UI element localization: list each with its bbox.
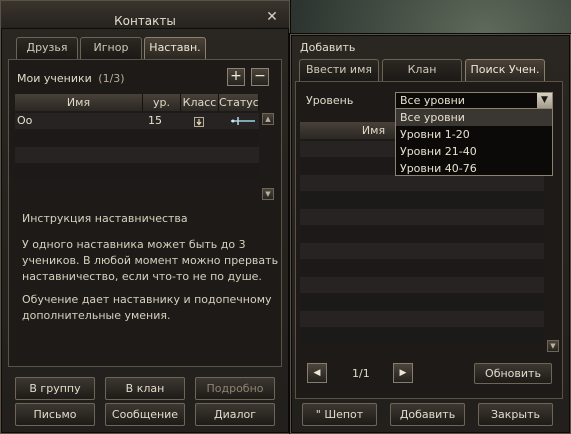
- tab-clan[interactable]: Клан: [382, 59, 462, 81]
- info-line: учеников. В любой момент можно прервать: [22, 254, 279, 267]
- level-dropdown: Все уровни Уровни 1-20 Уровни 21-40 Уров…: [395, 108, 553, 176]
- mentorship-panel: Мои ученики (1/3) + − Имя ур. Класс Стат…: [8, 59, 282, 367]
- table-row[interactable]: [300, 192, 544, 208]
- table-row[interactable]: [15, 147, 259, 163]
- close-button[interactable]: Закрыть: [478, 403, 553, 426]
- tab-friends[interactable]: Друзья: [16, 37, 78, 59]
- chevron-down-icon[interactable]: ▼: [537, 93, 552, 108]
- scroll-down-icon[interactable]: ▼: [262, 188, 274, 200]
- add-button[interactable]: Добавить: [390, 403, 465, 426]
- info-line: Обучение дает наставнику и подопечному: [22, 293, 272, 306]
- details-button[interactable]: Подробно: [195, 377, 275, 400]
- refresh-button[interactable]: Обновить: [474, 363, 552, 384]
- info-line: наставничество, если что-то не по душе.: [22, 270, 262, 283]
- table-row[interactable]: Oo 15: [15, 113, 259, 129]
- col-header-class[interactable]: Класс: [181, 94, 219, 111]
- student-level: 15: [148, 114, 162, 127]
- add-window: Добавить Ввести имя Клан Поиск Учен. Уро…: [290, 34, 571, 434]
- students-label: Мои ученики: [17, 72, 92, 85]
- dialog-button[interactable]: Диалог: [195, 403, 275, 426]
- level-option[interactable]: Уровни 1-20: [396, 126, 552, 143]
- col-header-status[interactable]: Статус: [219, 94, 259, 111]
- table-row[interactable]: [300, 175, 544, 191]
- level-select-value: Все уровни: [400, 94, 465, 107]
- contacts-titlebar[interactable]: Контакты ✕: [1, 1, 289, 29]
- level-option[interactable]: Уровни 21-40: [396, 143, 552, 160]
- tab-ignore[interactable]: Игнор: [80, 37, 142, 59]
- table-row[interactable]: [300, 209, 544, 225]
- add-student-button[interactable]: +: [227, 68, 245, 86]
- level-option[interactable]: Все уровни: [396, 109, 552, 126]
- contacts-window: Контакты ✕ Друзья Игнор Наставн. Мои уче…: [0, 0, 290, 434]
- table-row[interactable]: [15, 164, 259, 180]
- message-button[interactable]: Сообщение: [105, 403, 185, 426]
- scroll-up-icon[interactable]: ▲: [262, 113, 274, 125]
- warrior-class-icon: [194, 116, 204, 127]
- whisper-button[interactable]: " Шепот: [302, 403, 377, 426]
- table-row[interactable]: [300, 260, 544, 276]
- scroll-down-icon[interactable]: ▼: [547, 340, 559, 352]
- students-header: Мои ученики (1/3): [17, 72, 125, 85]
- student-name: Oo: [17, 114, 33, 127]
- page-indicator: 1/1: [352, 367, 370, 380]
- close-icon[interactable]: ✕: [265, 10, 279, 24]
- tab-mentorship[interactable]: Наставн.: [144, 37, 206, 59]
- contacts-title: Контакты: [114, 14, 176, 28]
- sword-icon: [229, 115, 257, 127]
- invite-to-group-button[interactable]: В группу: [15, 377, 95, 400]
- tab-search-student[interactable]: Поиск Учен.: [465, 59, 545, 81]
- table-row[interactable]: [300, 243, 544, 259]
- prev-page-icon[interactable]: ◀: [307, 363, 327, 383]
- table-row[interactable]: [300, 294, 544, 310]
- table-row[interactable]: [15, 130, 259, 146]
- table-row[interactable]: [300, 311, 544, 327]
- invite-to-clan-button[interactable]: В клан: [105, 377, 185, 400]
- table-row[interactable]: [300, 226, 544, 242]
- info-line: У одного наставника может быть до 3: [22, 238, 246, 251]
- remove-student-button[interactable]: −: [251, 68, 269, 86]
- tab-enter-name[interactable]: Ввести имя: [299, 59, 379, 81]
- students-count: (1/3): [98, 72, 125, 85]
- level-label: Уровень: [306, 94, 354, 107]
- info-line: дополнительные умения.: [22, 309, 171, 322]
- col-header-name[interactable]: Имя: [15, 94, 143, 111]
- table-row[interactable]: [300, 328, 544, 344]
- col-header-level[interactable]: ур.: [143, 94, 181, 111]
- next-page-icon[interactable]: ▶: [393, 363, 413, 383]
- level-option[interactable]: Уровни 40-76: [396, 160, 552, 177]
- search-student-panel: Уровень Имя ▼ ◀ 1/1 ▶ Обновить Все уровн…: [295, 81, 563, 399]
- info-title: Инструкция наставничества: [22, 212, 188, 225]
- level-select[interactable]: Все уровни ▼: [395, 92, 553, 109]
- table-row[interactable]: [300, 277, 544, 293]
- mail-button[interactable]: Письмо: [15, 403, 95, 426]
- add-window-title: Добавить: [300, 41, 356, 54]
